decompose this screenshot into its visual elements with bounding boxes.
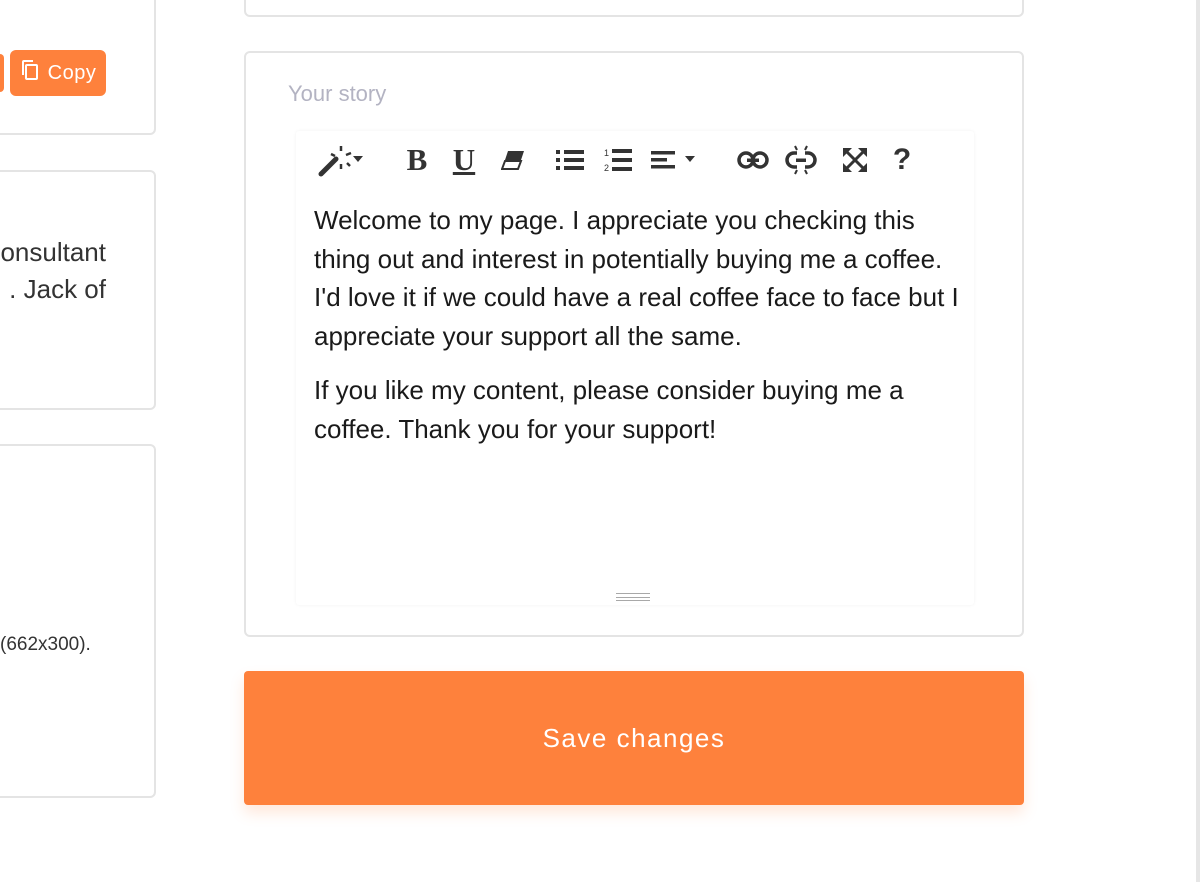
bio-text: onsultant . Jack of (0, 234, 106, 308)
svg-text:2: 2 (604, 163, 609, 173)
align-icon (651, 149, 697, 171)
unordered-list-icon (556, 148, 584, 172)
ordered-list-button[interactable]: 1 2 (602, 143, 634, 177)
clear-format-button[interactable] (498, 143, 528, 177)
fullscreen-button[interactable] (840, 143, 870, 177)
scrollbar-track[interactable] (1196, 0, 1200, 882)
link-icon (737, 150, 769, 170)
editor-toolbar: B U 1 2 ? (296, 131, 974, 189)
bio-line: onsultant (0, 237, 106, 267)
unordered-list-button[interactable] (554, 143, 586, 177)
copy-button-label: Copy (47, 61, 97, 84)
story-paragraph: If you like my content, please consider … (314, 375, 904, 444)
eraser-icon (501, 149, 525, 171)
ordered-list-icon: 1 2 (604, 147, 632, 173)
underline-icon: U (452, 142, 476, 177)
resize-handle[interactable] (616, 593, 650, 601)
share-link-card: Copy (0, 0, 156, 135)
underline-button[interactable]: U (448, 142, 480, 177)
adjacent-button-edge[interactable] (0, 54, 4, 92)
rich-text-editor[interactable]: B U 1 2 ? Welcome to my page. I apprecia… (296, 131, 974, 605)
copy-button[interactable]: Copy (10, 50, 106, 96)
page: Copy onsultant . Jack of (662x300). Your… (0, 0, 1200, 882)
help-button[interactable]: ? (888, 143, 916, 177)
story-label: Your story (288, 81, 387, 106)
save-changes-label: Save changes (542, 722, 726, 753)
bio-line: . Jack of (9, 274, 106, 304)
image-size-note: (662x300). (0, 634, 91, 655)
bold-icon: B (406, 142, 428, 177)
story-card: Your story B U 1 2 ? Welcome to my page.… (244, 51, 1024, 637)
fullscreen-icon (842, 147, 868, 173)
previous-section-card (244, 0, 1024, 17)
align-dropdown-button[interactable] (650, 143, 698, 177)
help-icon: ? (892, 143, 912, 176)
story-paragraph: Welcome to my page. I appreciate you che… (314, 205, 959, 351)
save-changes-button[interactable]: Save changes (244, 671, 1024, 805)
copy-icon (20, 59, 40, 87)
link-button[interactable] (736, 143, 770, 177)
bold-button[interactable]: B (402, 142, 432, 177)
svg-text:1: 1 (604, 148, 609, 158)
bio-card: onsultant . Jack of (0, 170, 156, 410)
magic-wand-icon (317, 143, 363, 177)
unlink-button[interactable] (784, 143, 818, 177)
unlink-icon (785, 145, 817, 175)
editor-content[interactable]: Welcome to my page. I appreciate you che… (314, 201, 964, 464)
cover-image-card: (662x300). (0, 444, 156, 798)
style-dropdown-button[interactable] (312, 143, 368, 177)
